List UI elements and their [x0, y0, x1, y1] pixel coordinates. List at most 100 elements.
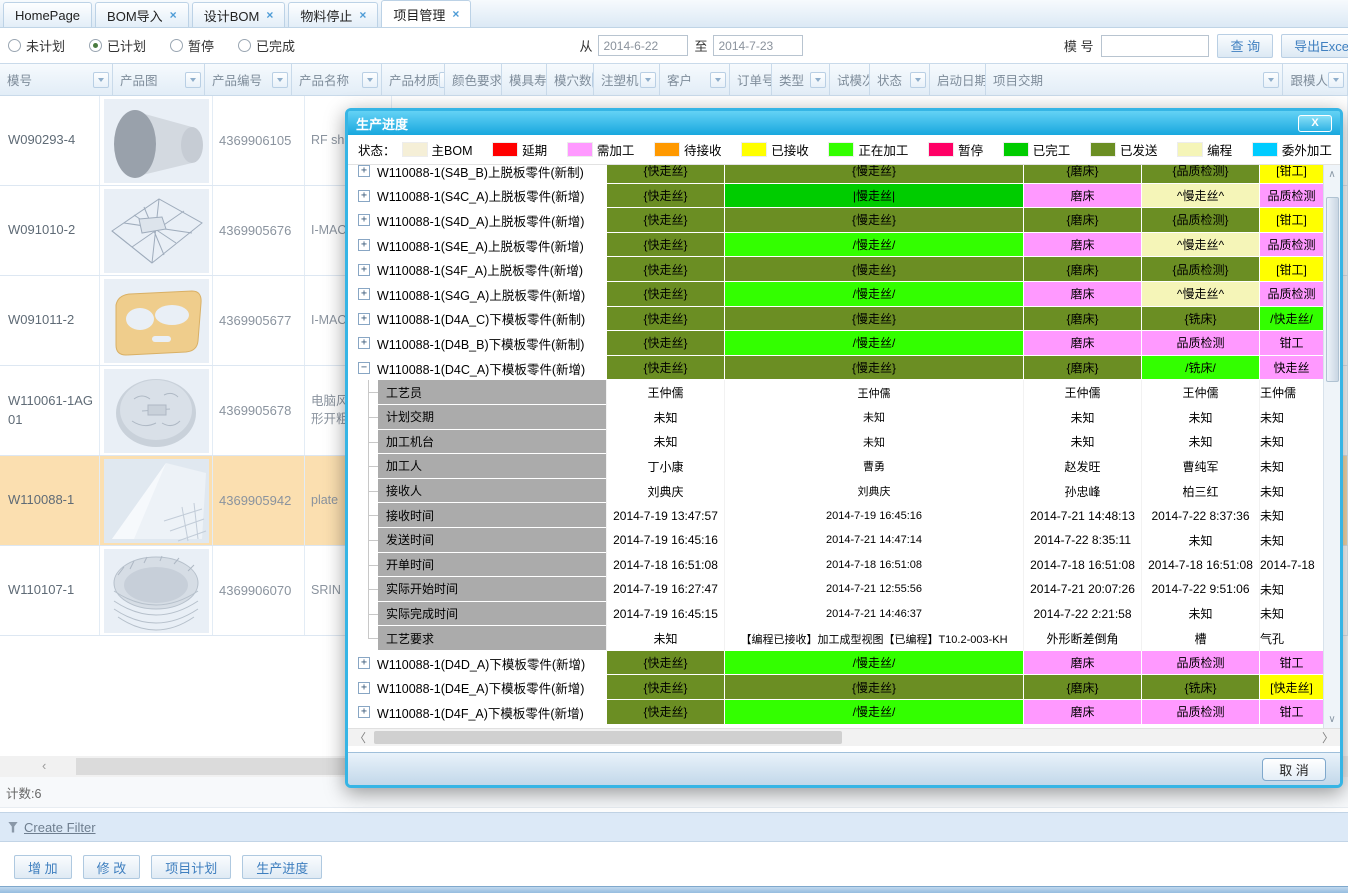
- status-radio[interactable]: 已计划: [89, 36, 146, 55]
- tree-expander-icon[interactable]: +: [358, 190, 370, 202]
- column-header[interactable]: 产品名称: [292, 64, 382, 95]
- part-name[interactable]: W110088-1(D4B_B)下模板零件(新制): [377, 334, 584, 353]
- part-name[interactable]: W110088-1(D4A_C)下模板零件(新制): [377, 309, 585, 328]
- process-status-cell[interactable]: {快走丝}: [606, 257, 724, 282]
- process-status-cell[interactable]: 品质检测: [1259, 282, 1323, 307]
- process-status-cell[interactable]: {快走丝}: [606, 165, 724, 184]
- process-status-cell[interactable]: 钳工: [1259, 700, 1323, 725]
- tree-expander-icon[interactable]: +: [358, 657, 370, 669]
- column-header[interactable]: 启动日期: [930, 64, 986, 95]
- column-header[interactable]: 客户: [660, 64, 730, 95]
- tree-expander-icon[interactable]: +: [358, 682, 370, 694]
- process-status-cell[interactable]: 磨床: [1023, 700, 1141, 725]
- process-status-cell[interactable]: /慢走丝/: [724, 651, 1023, 676]
- process-status-cell[interactable]: {快走丝}: [606, 184, 724, 209]
- date-from-input[interactable]: [598, 35, 688, 56]
- part-name[interactable]: W110088-1(D4C_A)下模板零件(新增): [377, 359, 585, 378]
- scroll-left-icon[interactable]: ‹: [42, 758, 46, 773]
- query-button[interactable]: 查 询: [1217, 34, 1273, 58]
- process-status-cell[interactable]: {慢走丝}: [724, 208, 1023, 233]
- process-status-cell[interactable]: {磨床}: [1023, 307, 1141, 332]
- process-status-cell[interactable]: 品质检测: [1259, 184, 1323, 209]
- process-status-cell[interactable]: /快走丝/: [1259, 307, 1323, 332]
- part-name[interactable]: W110088-1(D4E_A)下模板零件(新增): [377, 678, 584, 697]
- process-status-cell[interactable]: 钳工: [1259, 651, 1323, 676]
- tree-expander-icon[interactable]: +: [358, 239, 370, 251]
- process-status-cell[interactable]: {快走丝}: [606, 233, 724, 258]
- status-radio[interactable]: 未计划: [8, 36, 65, 55]
- process-status-cell[interactable]: {快走丝}: [606, 651, 724, 676]
- column-header[interactable]: 跟模人: [1283, 64, 1348, 95]
- tab-close-icon[interactable]: ×: [170, 9, 177, 21]
- column-filter-dropdown-icon[interactable]: [185, 72, 201, 88]
- process-status-cell[interactable]: [钳工]: [1259, 165, 1323, 184]
- process-status-cell[interactable]: {品质检测}: [1141, 165, 1259, 184]
- column-header[interactable]: 产品图: [113, 64, 205, 95]
- process-status-cell[interactable]: 品质检测: [1259, 233, 1323, 258]
- tab-close-icon[interactable]: ×: [266, 9, 273, 21]
- process-status-cell[interactable]: {磨床}: [1023, 257, 1141, 282]
- part-name[interactable]: W110088-1(S4E_A)上脱板零件(新增): [377, 236, 584, 255]
- process-status-cell[interactable]: {快走丝}: [606, 307, 724, 332]
- column-header[interactable]: 状态: [870, 64, 930, 95]
- export-excel-button[interactable]: 导出Exce: [1281, 34, 1348, 58]
- process-status-cell[interactable]: 磨床: [1023, 651, 1141, 676]
- dialog-vertical-scrollbar[interactable]: ∧ ∨: [1323, 165, 1340, 728]
- process-status-cell[interactable]: {快走丝}: [606, 675, 724, 700]
- process-status-cell[interactable]: [快走丝]: [1259, 675, 1323, 700]
- status-radio[interactable]: 暂停: [170, 36, 214, 55]
- column-filter-dropdown-icon[interactable]: [1263, 72, 1279, 88]
- process-status-cell[interactable]: ^慢走丝^: [1141, 233, 1259, 258]
- column-header[interactable]: 模穴数: [547, 64, 594, 95]
- process-status-cell[interactable]: {快走丝}: [606, 282, 724, 307]
- process-status-cell[interactable]: {快走丝}: [606, 700, 724, 725]
- cancel-button[interactable]: 取 消: [1262, 758, 1326, 781]
- process-status-cell[interactable]: 品质检测: [1141, 700, 1259, 725]
- column-filter-dropdown-icon[interactable]: [93, 72, 109, 88]
- column-filter-dropdown-icon[interactable]: [362, 72, 378, 88]
- process-status-cell[interactable]: [钳工]: [1259, 257, 1323, 282]
- column-header[interactable]: 试模次数: [830, 64, 870, 95]
- column-header[interactable]: 项目交期: [986, 64, 1283, 95]
- column-filter-dropdown-icon[interactable]: [1328, 72, 1344, 88]
- tab[interactable]: 项目管理 ×: [381, 0, 471, 27]
- tree-expander-icon[interactable]: −: [358, 362, 370, 374]
- tree-expander-icon[interactable]: +: [358, 313, 370, 325]
- part-name[interactable]: W110088-1(S4G_A)上脱板零件(新增): [377, 285, 585, 304]
- process-status-cell[interactable]: |慢走丝|: [724, 184, 1023, 209]
- tree-expander-icon[interactable]: +: [358, 165, 370, 177]
- column-header[interactable]: 注塑机: [594, 64, 660, 95]
- column-header[interactable]: 订单号: [730, 64, 772, 95]
- dialog-close-icon[interactable]: X: [1298, 115, 1332, 132]
- process-status-cell[interactable]: [钳工]: [1259, 208, 1323, 233]
- process-status-cell[interactable]: {慢走丝}: [724, 257, 1023, 282]
- column-header[interactable]: 产品材质: [382, 64, 445, 95]
- scroll-down-icon[interactable]: ∨: [1324, 710, 1340, 728]
- process-status-cell[interactable]: {慢走丝}: [724, 356, 1023, 381]
- process-status-cell[interactable]: {快走丝}: [606, 208, 724, 233]
- process-status-cell[interactable]: /慢走丝/: [724, 331, 1023, 356]
- create-filter-link[interactable]: Create Filter: [24, 820, 96, 835]
- tree-expander-icon[interactable]: +: [358, 264, 370, 276]
- part-name[interactable]: W110088-1(S4B_B)上脱板零件(新制): [377, 165, 584, 181]
- dialog-title-bar[interactable]: 生产进度 X: [348, 111, 1340, 135]
- tree-expander-icon[interactable]: +: [358, 706, 370, 718]
- process-status-cell[interactable]: 磨床: [1023, 184, 1141, 209]
- action-button[interactable]: 修 改: [83, 855, 141, 879]
- process-status-cell[interactable]: /铣床/: [1141, 356, 1259, 381]
- process-status-cell[interactable]: {磨床}: [1023, 356, 1141, 381]
- tab[interactable]: 设计BOM ×: [192, 2, 286, 27]
- part-name[interactable]: W110088-1(D4D_A)下模板零件(新增): [377, 654, 585, 673]
- process-status-cell[interactable]: ^慢走丝^: [1141, 282, 1259, 307]
- tree-expander-icon[interactable]: +: [358, 288, 370, 300]
- column-header[interactable]: 类型: [772, 64, 830, 95]
- process-status-cell[interactable]: {磨床}: [1023, 208, 1141, 233]
- process-status-cell[interactable]: {品质检测}: [1141, 208, 1259, 233]
- tab-close-icon[interactable]: ×: [359, 9, 366, 21]
- scroll-up-icon[interactable]: ∧: [1324, 165, 1340, 183]
- tab[interactable]: 物料停止 ×: [288, 2, 378, 27]
- process-status-cell[interactable]: {磨床}: [1023, 675, 1141, 700]
- scroll-left-icon[interactable]: 〈: [354, 729, 366, 746]
- process-status-cell[interactable]: 品质检测: [1141, 651, 1259, 676]
- column-filter-dropdown-icon[interactable]: [710, 72, 726, 88]
